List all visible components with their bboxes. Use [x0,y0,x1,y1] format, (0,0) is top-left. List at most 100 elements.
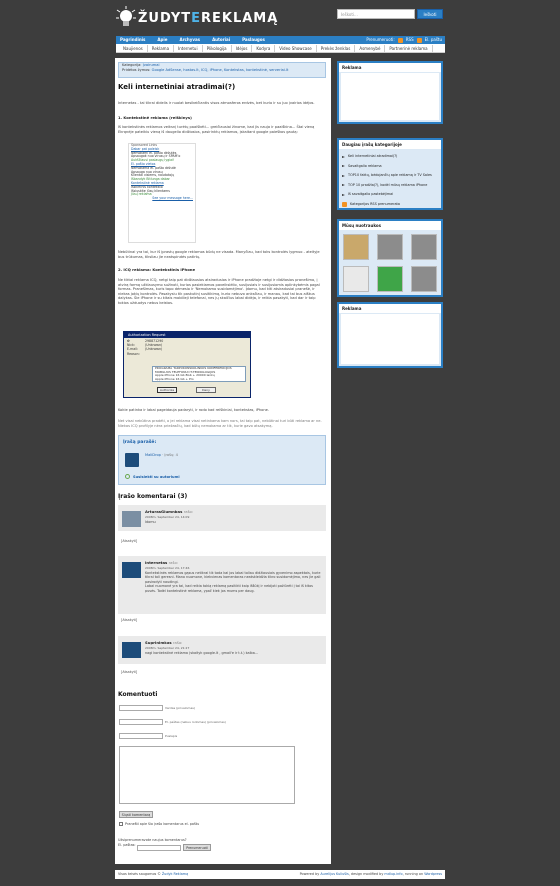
cat-item[interactable]: Plikologija [203,45,232,52]
search-input[interactable]: Ieškoti... [337,9,415,19]
related-post-link[interactable]: Savaitgalio reklama [348,162,382,172]
widget-title: Mūsų nuotraukos [339,221,441,230]
deny-button: Deny [196,387,216,393]
nav-item-autoriai[interactable]: Autoriai [212,37,230,43]
category-label: Kategorija: [122,63,142,67]
cat-item[interactable]: Internetui [174,45,203,52]
cat-item[interactable]: Naujienos [119,45,148,52]
logo-part-1: ŽUDYT [138,11,192,26]
comment-text: nagi kontekstinė reklama (skaityk google… [145,651,259,655]
rss-email-link[interactable]: El. paštu [425,37,442,43]
photos-widget: Mūsų nuotraukos [337,219,443,297]
rss-posts-link[interactable]: RSS [406,37,414,43]
website-field-label: Puslapis [165,734,178,738]
website-field[interactable] [119,733,163,739]
photo-thumbnail[interactable] [377,234,403,260]
related-post-item[interactable]: Savaitgalio reklama [342,162,438,172]
arrow-icon [342,193,345,196]
says-label: rašo: [183,509,194,514]
related-post-link[interactable]: Keli internetiniai atradimai(?) [348,152,397,162]
reply-link[interactable]: [Atsakyti] [121,670,138,674]
cat-item[interactable]: Idėjos [232,45,253,52]
comment-avatar [122,511,141,527]
says-label: rašo: [168,560,179,565]
footer: Visos teisės saugomos © Žudyk Reklamą Po… [115,870,445,879]
post-paragraph-1: Iš kontekstinės reklamos veiksnį turėtų … [118,125,315,134]
related-post-item[interactable]: Iš savaitgalio pastebėjimai [342,190,438,200]
nav-item-apie[interactable]: Apie [157,37,167,43]
ad-placeholder [341,314,439,364]
contact-author-link[interactable]: Susisiekti su autoriumi [133,475,180,479]
author-avatar[interactable] [125,453,139,467]
footer-wordpress-link[interactable]: Wordpress [424,872,442,876]
comment-author[interactable]: Suprinimkas [145,640,172,645]
says-label: rašo: [172,640,183,645]
category-link[interactable]: Įvairumai [143,63,160,67]
tags-label: Pridėtos žymos: [122,68,151,72]
email-field-label: El. paštas (nebus rodomas) (privalomas) [165,720,226,724]
related-post-link[interactable]: TOP 10 pradžia(?), kodėl mūsų reklama iP… [348,181,427,191]
name-field[interactable] [119,705,163,711]
cat-item[interactable]: Kodyra [252,45,276,52]
related-posts-widget: Daugiau įrašų kategorijoje Keli internet… [337,138,443,210]
unsubscribe-email-input[interactable] [137,845,181,851]
footer-designer-link[interactable]: mdlup.info [384,872,402,876]
photo-thumbnail[interactable] [411,234,437,260]
nav-item-pagrindinis[interactable]: Pagrindinis [120,37,145,43]
arrow-icon [342,174,345,177]
related-post-link[interactable]: TOP10 faktų, bėdojančių apie reklamą ir … [348,171,432,181]
author-post-count: · Įrašų: 4 [162,453,178,457]
cat-item[interactable]: Reklama [148,45,175,52]
footer-site-link[interactable]: Žudyk Reklamą [162,872,188,876]
reply-link[interactable]: [Atsakyti] [121,539,138,543]
logo-lightbulb-icon [116,6,136,30]
site-logo[interactable]: ŽUDYTEREKLAMĄ [138,11,278,26]
photo-thumbnail[interactable] [343,266,369,292]
sidebar-ad-widget: Reklama [337,61,443,124]
reason-line: Apple iPhone 16 Gb + Pro [155,376,194,381]
comment: Internetas rašo: 2008m. September 24, 17… [118,556,326,614]
cat-item[interactable]: Partnerinė reklama [385,45,433,52]
nav-item-paslaugos[interactable]: Paslaugos [242,37,265,43]
related-post-link[interactable]: Iš savaitgalio pastebėjimai [348,190,393,200]
footer-author-link[interactable]: Aurelijus Kuliušis [320,872,348,876]
cat-item[interactable]: Video Showcase [275,45,317,52]
photo-thumbnail[interactable] [343,234,369,260]
category-rss-link[interactable]: Kategorijos RSS prenumerata [350,200,400,210]
comment-author[interactable]: ArturasGlumnbas [145,509,182,514]
search-button[interactable]: Ieškoti [417,9,443,19]
email-rss-icon [416,37,422,43]
email-field[interactable] [119,719,163,725]
comment-date: 2008m. September 24, 14:09 [145,515,190,519]
photo-thumbnail[interactable] [411,266,437,292]
category-rss-item[interactable]: Kategorijos RSS prenumerata [342,200,438,210]
related-post-item[interactable]: TOP 10 pradžia(?), kodėl mūsų reklama iP… [342,181,438,191]
tags-links[interactable]: Google AdSense, hostas.lt, ICQ, iPhone, … [152,68,289,72]
sidebar-ad-widget-2: Reklama [337,302,443,368]
reply-link[interactable]: [Atsakyti] [121,618,138,622]
comment-date: 2008m. September 24, 17:46 [145,566,190,570]
post-paragraph-5: Net visai nebūtina pradėti, o jei reklam… [118,419,322,428]
notify-option: Pranešti apie šio įrašo komentarus el. p… [119,822,199,826]
widget-title: Reklama [339,304,441,313]
related-post-item[interactable]: TOP10 faktų, bėdojančių apie reklamą ir … [342,171,438,181]
comment: Suprinimkas rašo: 2008m. September 24, 2… [118,636,326,664]
related-post-item[interactable]: Keli internetiniai atradimai(?) [342,152,438,162]
arrow-icon [342,165,345,168]
submit-comment-button[interactable]: Siųsti komentarą [119,811,153,818]
comment-text: Idomu [145,520,156,524]
comment-author[interactable]: Internetas [145,560,167,565]
subscribe-button[interactable]: Prenumeruoti [183,844,211,851]
author-name[interactable]: MaliDrop [145,453,161,457]
post-title[interactable]: Keli internetiniai atradimai(?) [118,83,235,91]
notify-label: Pranešti apie šio įrašo komentarus el. p… [125,822,200,826]
comment-avatar [122,562,141,578]
cat-item[interactable]: Asmenybė [355,45,386,52]
photo-thumbnail[interactable] [377,266,403,292]
comment-date: 2008m. September 24, 21:27 [145,646,190,650]
nav-item-archyvas[interactable]: Archyvas [179,37,200,43]
logo-part-2: E [191,11,201,26]
cat-item[interactable]: Prekės ženklas [317,45,356,52]
comment-textarea[interactable] [119,746,295,804]
notify-checkbox[interactable] [119,822,123,826]
